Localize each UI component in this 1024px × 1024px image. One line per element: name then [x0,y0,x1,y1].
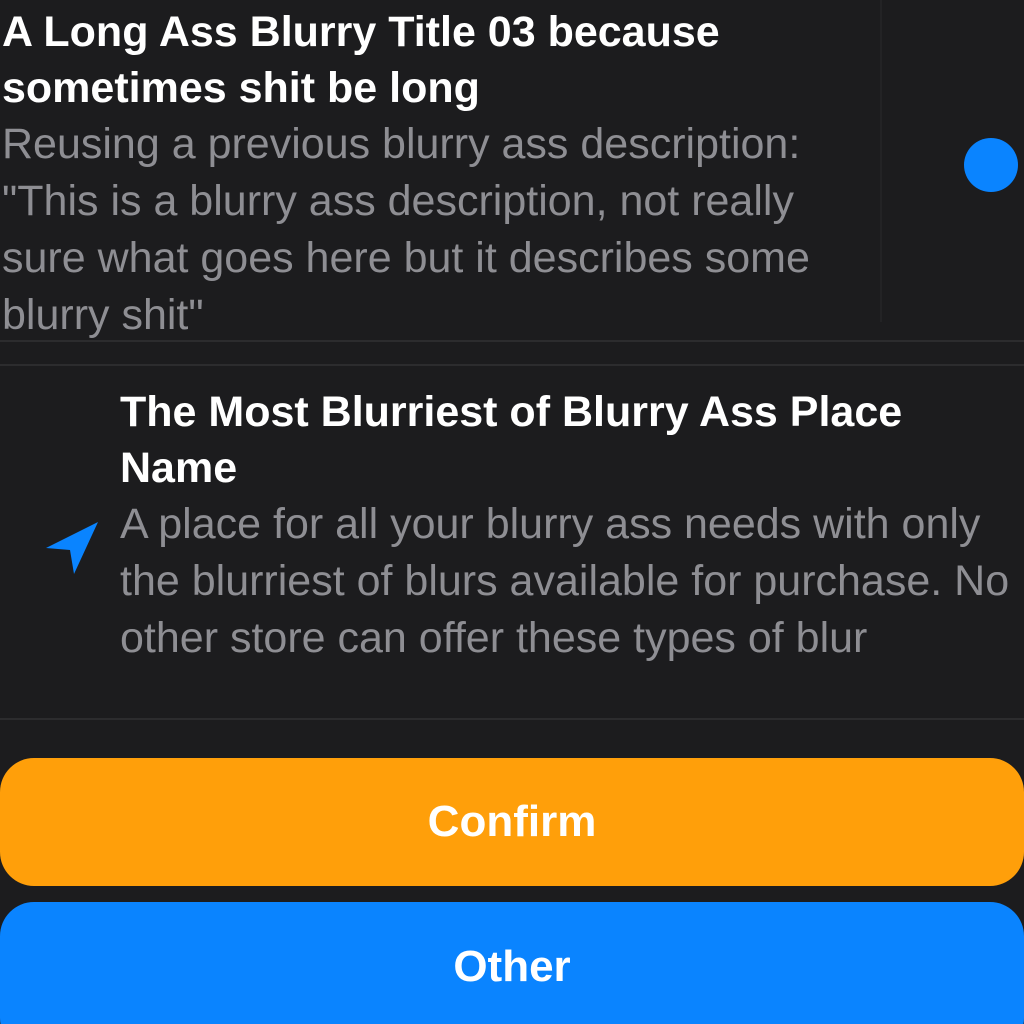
location-arrow-icon [46,522,98,574]
screen: A Long Ass Blurry Title 03 because somet… [0,0,1024,1024]
notification-title: A Long Ass Blurry Title 03 because somet… [2,8,720,112]
notification-card[interactable]: A Long Ass Blurry Title 03 because somet… [0,0,1024,342]
unread-dot-icon [964,138,1018,192]
indicator-column [912,0,1024,322]
notification-description: Reusing a previous blurry ass descriptio… [2,120,810,339]
place-card[interactable]: The Most Blurriest of Blurry Ass Place N… [0,364,1024,720]
place-title: The Most Blurriest of Blurry Ass Place N… [120,388,903,492]
place-description: A place for all your blurry ass needs wi… [120,500,1010,662]
other-button[interactable]: Other [0,902,1024,1024]
place-text: The Most Blurriest of Blurry Ass Place N… [120,384,1010,667]
confirm-button[interactable]: Confirm [0,758,1024,886]
notification-text: A Long Ass Blurry Title 03 because somet… [0,0,882,339]
